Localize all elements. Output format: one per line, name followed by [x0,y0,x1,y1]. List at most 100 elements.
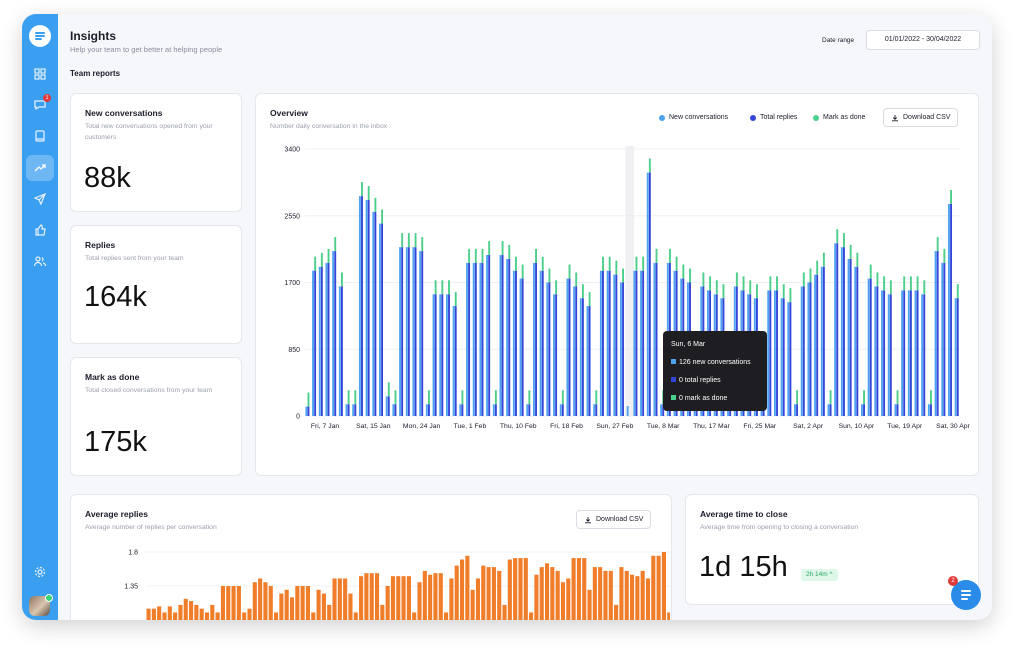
bar-new-conversations [399,247,402,416]
bar-new-conversations [499,255,502,416]
tooltip-swatch [671,395,676,400]
date-range-input[interactable]: 01/01/2022 - 30/04/2022 [866,30,980,50]
sidebar-item-insights[interactable] [26,155,54,181]
bar-average-replies [364,573,369,620]
bar-new-conversations [506,258,509,416]
bar-total-replies [327,262,330,416]
bar-mark-as-done [501,241,504,256]
online-status-dot [45,594,53,602]
bar-average-replies [183,598,188,620]
bar-new-conversations [325,262,328,416]
bar-new-conversations [941,262,944,416]
x-tick-label: Sat, 2 Apr [793,423,824,430]
tooltip-row-done: 0 mark as done [671,395,727,402]
bar-new-conversations [579,298,582,416]
bar-mark-as-done [314,256,317,271]
bar-mark-as-done [468,248,471,263]
bar-average-replies [603,570,608,620]
tooltip-row-new: 126 new conversations [671,359,751,366]
bar-total-replies [548,282,551,416]
bar-average-replies [380,604,385,620]
bar-mark-as-done [802,272,805,287]
bar-average-replies [491,567,496,620]
bar-average-replies [635,576,640,620]
bar-average-replies [470,589,475,620]
bar-mark-as-done [581,284,584,299]
bar-average-replies [337,578,342,620]
x-tick-label: Tue, 8 Mar [647,423,680,430]
bar-total-replies [648,172,651,416]
y-tick-label: 2550 [284,213,300,220]
sidebar-item-knowledge-base[interactable] [26,123,54,149]
chat-widget-button[interactable]: 2 [948,576,981,610]
bar-average-replies [486,567,491,620]
bar-average-replies [513,558,518,620]
bar-total-replies [441,294,444,416]
bar-total-replies [936,251,939,416]
bar-new-conversations [794,404,796,416]
bar-total-replies [575,286,578,416]
bar-total-replies [930,404,932,416]
bar-new-conversations [820,266,823,416]
bar-average-replies [274,612,279,620]
sidebar-item-feedback[interactable] [26,217,54,243]
bar-mark-as-done [381,209,384,224]
bar-average-replies [284,589,289,620]
tooltip-row-text: 0 mark as done [679,395,728,402]
bar-average-replies [555,570,560,620]
bar-total-replies [595,404,598,416]
sidebar-item-contacts[interactable] [26,248,54,274]
bar-new-conversations [606,270,609,416]
bar-total-replies [434,294,437,416]
bar-new-conversations [620,282,622,416]
bar-average-replies [651,555,656,620]
stat-description: Total replies sent from your team [85,255,184,262]
bar-average-replies [390,576,396,620]
bar-new-conversations [901,290,904,416]
bar-mark-as-done [494,390,497,405]
sidebar-item-dashboard[interactable] [26,61,54,87]
bar-new-conversations [358,196,361,416]
sidebar-item-inbox[interactable]: 1 [26,92,54,118]
bar-total-replies [361,196,363,416]
bar-mark-as-done [742,276,745,291]
bar-total-replies [340,286,343,416]
bar-mark-as-done [829,390,832,405]
x-tick-label: Sat, 30 Apr [936,423,970,430]
bar-average-replies [263,582,268,620]
bar-total-replies [528,404,531,416]
bar-mark-as-done [923,280,926,295]
avatar[interactable] [29,594,53,616]
bar-total-replies [883,290,886,416]
bar-mark-as-done [849,244,852,259]
bar-average-replies [279,593,284,620]
x-tick-label: Sun, 27 Feb [596,423,633,430]
tooltip-row-replies: 0 total replies [671,377,721,384]
bar-average-replies [258,578,263,620]
bar-mark-as-done [648,158,651,173]
bar-average-replies [422,570,427,620]
bar-average-replies [582,558,587,620]
sidebar-item-campaigns[interactable] [26,186,54,212]
bar-mark-as-done [709,276,712,291]
bar-total-replies [454,306,457,416]
bar-mark-as-done [863,390,865,405]
bar-mark-as-done [675,256,678,271]
bar-average-replies [614,604,619,620]
bar-average-replies [529,612,534,620]
bar-total-replies [916,290,919,416]
app-logo-icon[interactable] [29,25,51,47]
bar-average-replies [412,612,417,620]
sidebar-item-settings[interactable] [26,559,54,585]
stat-card-mark-as-done: Mark as done Total closed conversations … [70,357,242,476]
bar-mark-as-done [755,284,758,299]
bar-average-replies [539,567,544,620]
bar-average-replies [343,578,348,620]
bar-new-conversations [425,404,428,416]
bar-total-replies [468,262,471,416]
stat-value: 164k [84,281,147,313]
bar-total-replies [508,258,511,416]
bar-average-replies [300,586,305,620]
bar-average-replies [359,576,364,620]
bar-new-conversations [881,290,883,416]
